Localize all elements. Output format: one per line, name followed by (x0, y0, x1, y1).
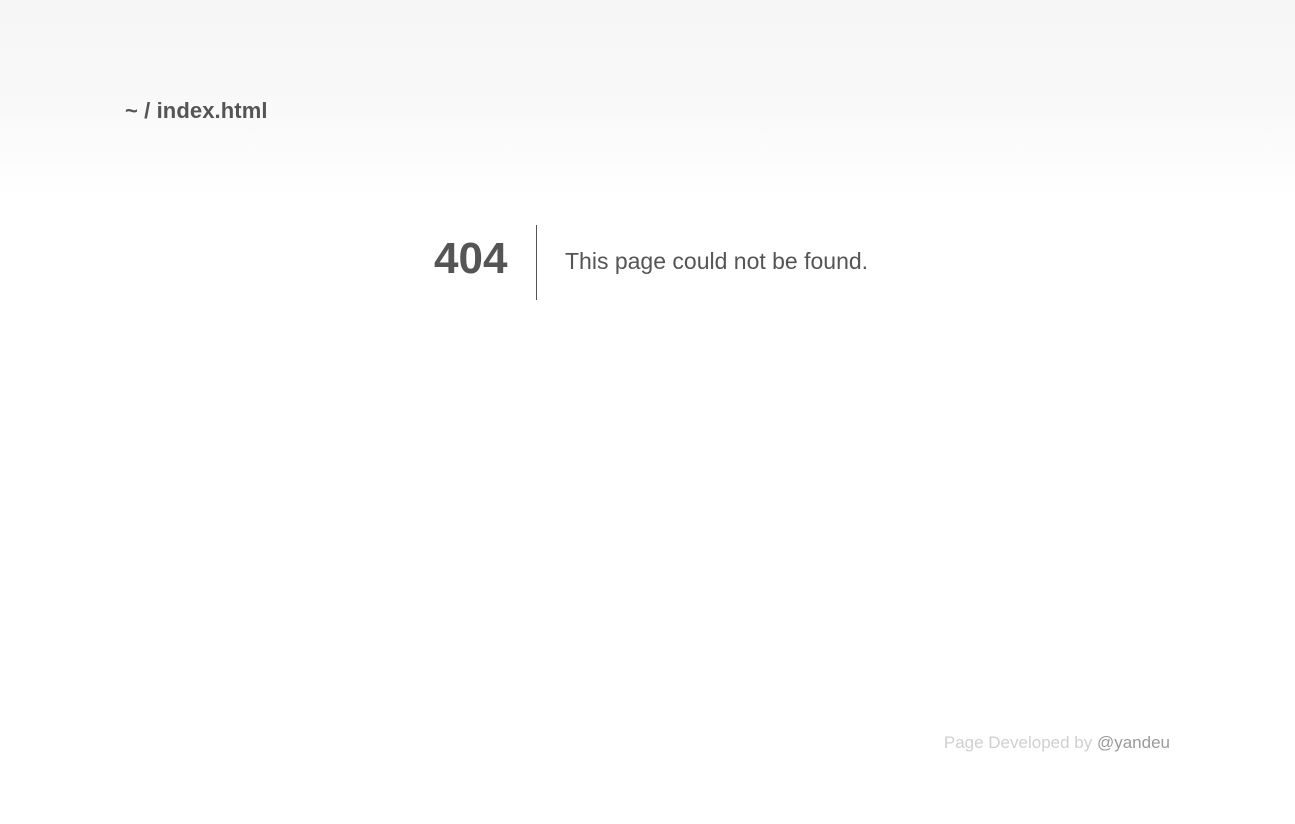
breadcrumb: ~ / index.html (125, 98, 268, 123)
error-block: 404 This page could not be found. (434, 225, 868, 300)
divider (536, 225, 537, 300)
error-message: This page could not be found. (565, 248, 869, 274)
footer: Page Developed by @yandeu (944, 733, 1170, 753)
page: ~ / index.html 404 This page could not b… (0, 0, 1295, 824)
author-link[interactable]: @yandeu (1097, 733, 1170, 752)
footer-prefix: Page Developed by (943, 733, 1097, 752)
error-code: 404 (434, 233, 508, 283)
